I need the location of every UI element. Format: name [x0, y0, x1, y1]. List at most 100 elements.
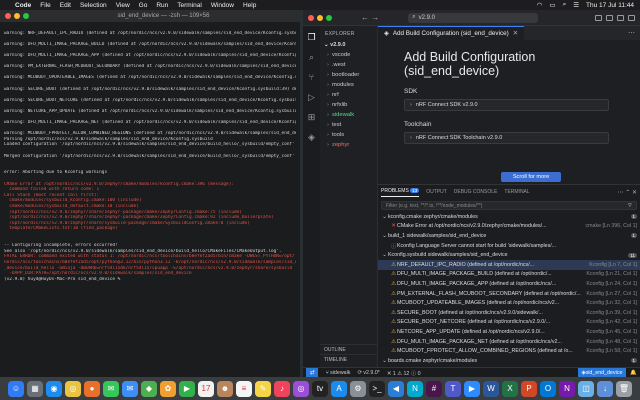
problems-filter-input[interactable]: Filter (e.g. text, **/*.ts, !**/node_mod… — [381, 201, 637, 210]
folder-nrfxlib[interactable]: › nrfxlib — [320, 100, 377, 110]
dock-terminal-icon[interactable]: >_ — [369, 380, 385, 397]
terminal-output[interactable]: warning: NRF_DEFAULT_IPC_RADIO (defined … — [0, 22, 300, 377]
dock-calendar-icon[interactable]: 17 — [198, 380, 214, 397]
dock-firefox-icon[interactable]: ● — [84, 380, 100, 397]
folder-test[interactable]: › test — [320, 120, 377, 130]
timeline-section[interactable]: TIMELINE — [320, 354, 377, 365]
dock-vscode-icon[interactable]: ◀ — [388, 380, 404, 397]
close-button[interactable] — [308, 14, 314, 21]
tab-output[interactable]: OUTPUT — [426, 189, 447, 195]
problem-item[interactable]: ⚠ DFU_MULTI_IMAGE_PACKAGE_BUILD (defined … — [378, 270, 640, 280]
dock-tv-icon[interactable]: tv — [312, 380, 328, 397]
dock-finder-icon[interactable]: ☺ — [8, 380, 24, 397]
nrf-connect-icon[interactable]: ◈ — [306, 132, 317, 143]
tab-terminal[interactable]: TERMINAL — [504, 189, 529, 195]
folder-vscode[interactable]: › vscode — [320, 50, 377, 60]
source-control-icon[interactable]: ⑂ — [306, 72, 317, 83]
dock-chrome-icon[interactable]: ◎ — [65, 380, 81, 397]
dock-maps-icon[interactable]: ◆ — [141, 380, 157, 397]
dock-teams-icon[interactable]: T — [445, 380, 461, 397]
dock-zoom-icon[interactable]: ▶ — [464, 380, 480, 397]
command-center-search[interactable]: ⌕ v2.9.0 — [408, 12, 539, 23]
close-button[interactable] — [5, 13, 11, 19]
toolchain-select[interactable]: › nRF Connect SDK Toolchain v2.9.0 — [404, 132, 609, 144]
search-icon[interactable]: ⌕ — [563, 1, 567, 9]
notifications-icon[interactable]: 🔔 — [630, 370, 637, 376]
dock-notes-icon[interactable]: ✎ — [255, 380, 271, 397]
dock-reminders-icon[interactable]: ≡ — [236, 380, 252, 397]
dock-contacts-icon[interactable]: ☻ — [217, 380, 233, 397]
problem-item[interactable]: ⚠ SECURE_BOOT_NETCORE (defined at /opt/no… — [378, 318, 640, 328]
dock-slack-icon[interactable]: # — [426, 380, 442, 397]
dock-podcasts-icon[interactable]: ◎ — [293, 380, 309, 397]
zoom-button[interactable] — [326, 14, 332, 21]
problem-item[interactable]: ✕ CMake Error at /opt/nordic/ncs/v2.9.0/z… — [378, 222, 640, 232]
folder-sidewalk[interactable]: › sidewalk — [320, 110, 377, 120]
dock-appstore-icon[interactable]: A — [331, 380, 347, 397]
dock-downloads-icon[interactable]: ↓ — [597, 380, 613, 397]
problem-item[interactable]: ⚠ NETCORE_APP_UPDATE (defined at /opt/nor… — [378, 327, 640, 337]
tab-debug-console[interactable]: DEBUG CONSOLE — [454, 189, 498, 195]
clock[interactable]: Thu 17 Jul 11:44 — [586, 2, 634, 9]
problem-item[interactable]: ⚠ DFU_MULTI_IMAGE_PACKAGE_APP (defined at… — [378, 279, 640, 289]
extensions-icon[interactable]: ⊞ — [306, 112, 317, 123]
app-menu[interactable]: Code — [15, 2, 31, 9]
sdk-select[interactable]: › nRF Connect SDK v2.9.0 — [404, 99, 609, 111]
problem-item[interactable]: ⓘ Kconfig Language Server cannot start fo… — [378, 241, 640, 251]
remote-indicator-icon[interactable]: ⇄ — [306, 367, 319, 378]
panel-actions-icon[interactable]: ⋯ ⌃ ✕ — [618, 189, 637, 196]
problem-file-group[interactable]: ⌄ boards.cmake zephyr/cmake/modules 1 — [378, 356, 640, 366]
dock-messages-icon[interactable]: ✉ — [103, 380, 119, 397]
wifi-icon[interactable]: ◠ — [537, 1, 543, 9]
menu-edit[interactable]: Edit — [60, 2, 71, 9]
dock-powerpoint-icon[interactable]: P — [521, 380, 537, 397]
scroll-for-more-button[interactable]: Scroll for more — [501, 172, 561, 182]
tab-problems[interactable]: PROBLEMS 13 — [381, 187, 420, 197]
dock-excel-icon[interactable]: X — [502, 380, 518, 397]
terminal-titlebar[interactable]: sid_end_device — -zsh — 109×56 — [0, 10, 300, 22]
problem-item[interactable]: ⚠ MCUBOOT_UPDATEABLE_IMAGES (defined at /… — [378, 298, 640, 308]
folder-zephyr[interactable]: › zephyr — [320, 140, 377, 150]
menu-window[interactable]: Window — [211, 2, 234, 9]
problems-status[interactable]: ✕ 1 ⚠ 12 ⓘ 0 — [387, 369, 421, 377]
minimize-button[interactable] — [14, 13, 20, 19]
menu-terminal[interactable]: Terminal — [177, 2, 202, 9]
dock-music-icon[interactable]: ♪ — [274, 380, 290, 397]
explorer-icon[interactable]: ❐ — [306, 32, 317, 43]
menu-run[interactable]: Run — [156, 2, 168, 9]
battery-icon[interactable]: ▭ — [549, 1, 555, 9]
nav-arrows-icon[interactable]: ← → — [361, 13, 379, 22]
problem-file-group[interactable]: ⌄ Kconfig.sysbuild sidewalk/samples/sid_e… — [378, 250, 640, 260]
folder-modules[interactable]: › modules — [320, 80, 377, 90]
dock-outlook-icon[interactable]: O — [540, 380, 556, 397]
menu-go[interactable]: Go — [139, 2, 148, 9]
menu-help[interactable]: Help — [243, 2, 256, 9]
problem-file-group[interactable]: ⌄ build_1 sidewalk/samples/sid_end_device… — [378, 231, 640, 241]
toggle-secondary-sidebar-icon[interactable] — [617, 14, 624, 21]
dock-trash-icon[interactable]: 🗑 — [616, 380, 632, 397]
folder-bootloader[interactable]: › bootloader — [320, 70, 377, 80]
dock-launchpad-icon[interactable]: ▦ — [27, 380, 43, 397]
toggle-panel-icon[interactable] — [606, 14, 613, 21]
customize-layout-icon[interactable] — [628, 14, 635, 21]
branch-status[interactable]: ⑂ sidewalk — [325, 370, 350, 376]
filter-icon[interactable]: ⛛ — [628, 203, 632, 209]
dock-onenote-icon[interactable]: N — [559, 380, 575, 397]
explorer-root[interactable]: ⌄ v2.9.0 — [320, 40, 377, 50]
dock-photos-icon[interactable]: ✿ — [160, 380, 176, 397]
problem-item[interactable]: ⚠ NRF_DEFAULT_IPC_RADIO (defined at /opt/… — [378, 259, 640, 270]
folder-tools[interactable]: › tools — [320, 130, 377, 140]
minimize-button[interactable] — [317, 14, 323, 21]
dock-mail-icon[interactable]: ✉ — [122, 380, 138, 397]
control-center-icon[interactable]: ☰ — [573, 1, 579, 9]
tab-add-build-configuration[interactable]: ◈ Add Build Configuration (sid_end_devic… — [378, 26, 524, 40]
dock-nrf-connect-icon[interactable]: N — [407, 380, 423, 397]
dock-word-icon[interactable]: W — [483, 380, 499, 397]
menu-view[interactable]: View — [116, 2, 130, 9]
folder-nrf[interactable]: › nrf — [320, 90, 377, 100]
dock-safari-icon[interactable]: ◉ — [46, 380, 62, 397]
menu-file[interactable]: File — [40, 2, 50, 9]
problem-item[interactable]: ⚠ PM_EXTERNAL_FLASH_MCUBOOT_SECONDARY (de… — [378, 289, 640, 299]
sync-status[interactable]: ⟳ v2.9.0* — [357, 370, 379, 376]
menu-selection[interactable]: Selection — [80, 2, 107, 9]
